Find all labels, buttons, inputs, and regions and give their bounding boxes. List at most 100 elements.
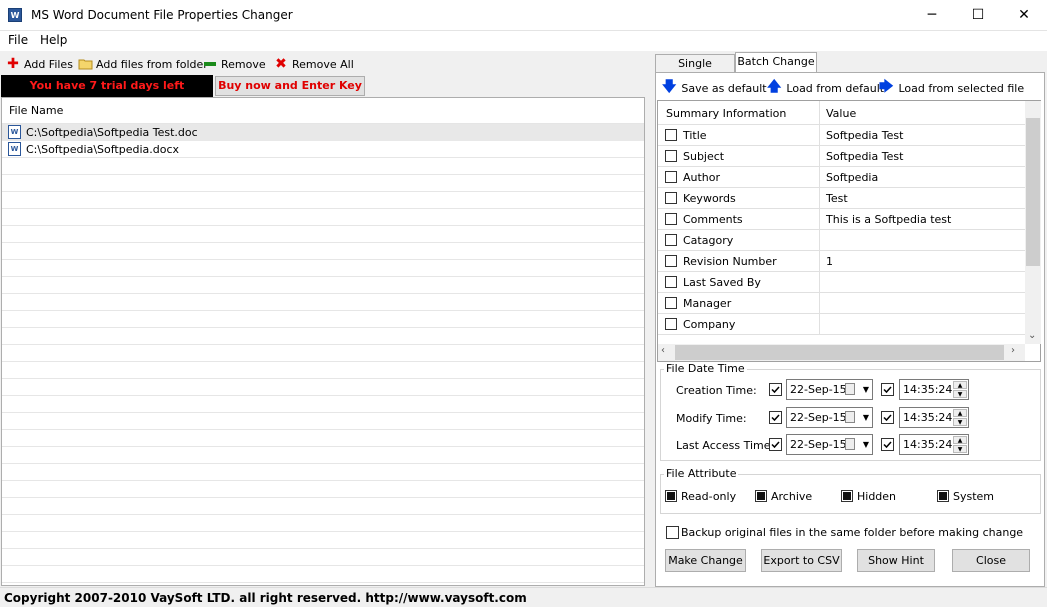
time-value: 14:35:24 <box>903 438 953 451</box>
row-checkbox[interactable] <box>665 150 677 162</box>
summary-row[interactable]: Manager <box>658 293 1026 314</box>
remove-all-button[interactable]: ✖ Remove All <box>274 56 354 72</box>
chevron-down-icon[interactable]: ▼ <box>863 380 869 399</box>
add-files-button[interactable]: ✚ Add Files <box>6 56 73 72</box>
summary-row[interactable]: Revision Number 1 <box>658 251 1026 272</box>
column-divider <box>819 230 820 251</box>
tab-batch-change[interactable]: Batch Change <box>735 52 817 73</box>
file-attribute-legend: File Attribute <box>664 467 739 480</box>
row-checkbox[interactable] <box>665 255 677 267</box>
time-picker[interactable]: 14:35:24 ▲ ▼ <box>899 379 969 400</box>
summary-grid[interactable]: Summary Information Value Title Softpedia… <box>657 100 1041 362</box>
x-icon: ✖ <box>275 56 287 72</box>
scroll-down-icon[interactable]: ⌄ <box>1028 330 1036 341</box>
buy-now-button[interactable]: Buy now and Enter Key <box>215 76 365 96</box>
row-value[interactable]: This is a Softpedia test <box>826 213 951 226</box>
row-value[interactable]: 1 <box>826 255 833 268</box>
spin-down-icon[interactable]: ▼ <box>953 418 967 426</box>
backup-checkbox[interactable] <box>666 526 679 539</box>
date-value: 22-Sep-15 <box>790 438 847 451</box>
tab-single-change[interactable]: Single Change <box>655 54 735 88</box>
attribute-checkbox[interactable] <box>665 490 677 502</box>
file-row[interactable]: W C:\Softpedia\Softpedia Test.doc <box>2 124 644 141</box>
file-list[interactable]: File Name W C:\Softpedia\Softpedia Test.… <box>1 97 645 586</box>
close-window-button[interactable]: ✕ <box>1001 0 1047 31</box>
attribute-label: Read-only <box>681 490 737 503</box>
scroll-right-icon[interactable]: › <box>1011 345 1015 356</box>
maximize-button[interactable]: ☐ <box>955 0 1001 31</box>
grid-horizontal-scroll-thumb[interactable] <box>675 345 1004 360</box>
calendar-icon[interactable] <box>845 383 855 395</box>
chevron-down-icon[interactable]: ▼ <box>863 435 869 454</box>
summary-row[interactable]: Catagory <box>658 230 1026 251</box>
add-folder-button[interactable]: Add files from folder <box>78 56 208 72</box>
close-button[interactable]: Close <box>952 549 1030 572</box>
make-change-button[interactable]: Make Change <box>665 549 746 572</box>
remove-button[interactable]: Remove <box>203 56 266 72</box>
row-value[interactable]: Test <box>826 192 848 205</box>
save-default-button[interactable]: 🡇 Save as default <box>662 79 767 95</box>
load-default-button[interactable]: 🡅 Load from default <box>767 79 884 95</box>
row-checkbox[interactable] <box>665 276 677 288</box>
summary-row[interactable]: Keywords Test <box>658 188 1026 209</box>
value-header[interactable]: Value <box>826 107 856 120</box>
column-divider <box>819 251 820 272</box>
summary-row[interactable]: Author Softpedia <box>658 167 1026 188</box>
column-divider <box>819 272 820 293</box>
date-enabled-checkbox[interactable] <box>769 383 782 396</box>
attribute-checkbox[interactable] <box>755 490 767 502</box>
row-checkbox[interactable] <box>665 171 677 183</box>
summary-info-header[interactable]: Summary Information <box>666 107 786 120</box>
chevron-down-icon[interactable]: ▼ <box>863 408 869 427</box>
time-enabled-checkbox[interactable] <box>881 383 894 396</box>
summary-row[interactable]: Last Saved By <box>658 272 1026 293</box>
menu-file[interactable]: File <box>8 33 28 47</box>
summary-row[interactable]: Subject Softpedia Test <box>658 146 1026 167</box>
time-picker[interactable]: 14:35:24 ▲ ▼ <box>899 407 969 428</box>
time-enabled-checkbox[interactable] <box>881 411 894 424</box>
time-enabled-checkbox[interactable] <box>881 438 894 451</box>
calendar-icon[interactable] <box>845 438 855 450</box>
grid-vertical-scroll-thumb[interactable] <box>1026 118 1040 266</box>
column-divider <box>819 167 820 188</box>
spin-up-icon[interactable]: ▲ <box>953 409 967 417</box>
menu-help[interactable]: Help <box>40 33 67 47</box>
date-enabled-checkbox[interactable] <box>769 411 782 424</box>
summary-row[interactable]: Company <box>658 314 1026 335</box>
date-picker[interactable]: 22-Sep-15 ▼ <box>786 379 873 400</box>
row-checkbox[interactable] <box>665 213 677 225</box>
file-name-column-header[interactable]: File Name <box>2 98 644 124</box>
row-checkbox[interactable] <box>665 234 677 246</box>
minimize-button[interactable]: ─ <box>909 0 955 31</box>
spin-down-icon[interactable]: ▼ <box>953 445 967 453</box>
date-picker[interactable]: 22-Sep-15 ▼ <box>786 407 873 428</box>
spin-up-icon[interactable]: ▲ <box>953 436 967 444</box>
row-value[interactable]: Softpedia Test <box>826 150 903 163</box>
spin-up-icon[interactable]: ▲ <box>953 381 967 389</box>
export-csv-button[interactable]: Export to CSV <box>761 549 842 572</box>
calendar-icon[interactable] <box>845 411 855 423</box>
row-label: Author <box>683 171 721 184</box>
spin-down-icon[interactable]: ▼ <box>953 390 967 398</box>
file-row[interactable]: W C:\Softpedia\Softpedia.docx <box>2 141 644 158</box>
load-selected-file-button[interactable]: 🡆 Load from selected file <box>879 79 1024 95</box>
date-picker[interactable]: 22-Sep-15 ▼ <box>786 434 873 455</box>
attribute-checkbox[interactable] <box>841 490 853 502</box>
row-checkbox[interactable] <box>665 192 677 204</box>
row-value[interactable]: Softpedia Test <box>826 129 903 142</box>
date-enabled-checkbox[interactable] <box>769 438 782 451</box>
row-value[interactable]: Softpedia <box>826 171 878 184</box>
show-hint-button[interactable]: Show Hint <box>857 549 935 572</box>
file-path: C:\Softpedia\Softpedia.docx <box>26 143 180 156</box>
row-checkbox[interactable] <box>665 297 677 309</box>
date-time-label: Modify Time: <box>676 412 747 425</box>
time-picker[interactable]: 14:35:24 ▲ ▼ <box>899 434 969 455</box>
row-checkbox[interactable] <box>665 129 677 141</box>
scroll-left-icon[interactable]: ‹ <box>661 345 665 356</box>
summary-row[interactable]: Title Softpedia Test <box>658 125 1026 146</box>
column-divider <box>819 293 820 314</box>
attribute-checkbox[interactable] <box>937 490 949 502</box>
summary-row[interactable]: Comments This is a Softpedia test <box>658 209 1026 230</box>
row-checkbox[interactable] <box>665 318 677 330</box>
word-doc-icon: W <box>8 125 21 139</box>
